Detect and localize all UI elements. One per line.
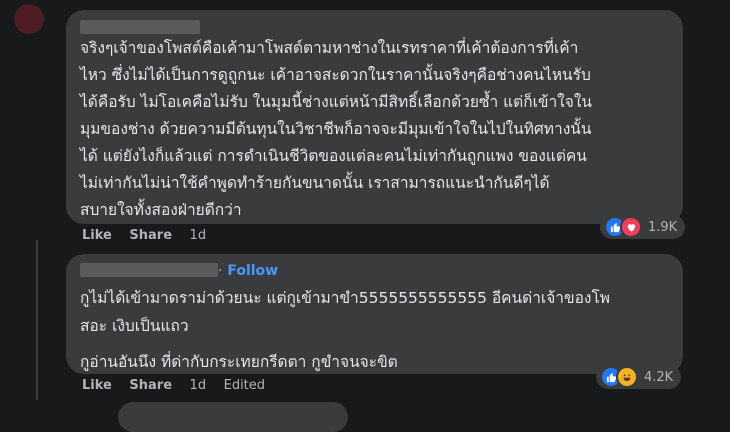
comment-line: มุมของช่าง ด้วยความมีต้นทุนในวิชาชีพก็อา… — [80, 120, 592, 138]
share-button[interactable]: Share — [129, 378, 172, 393]
comment-line: จริงๆเจ้าของโพสต์คือเค้ามาโพสต์ตามหาช่าง… — [80, 39, 579, 57]
comment-text: จริงๆเจ้าของโพสต์คือเค้ามาโพสต์ตามหาช่าง… — [80, 35, 680, 224]
follow-label: Follow — [227, 263, 279, 279]
like-button[interactable]: Like — [82, 228, 112, 243]
comment-bubble: · Follow กูไม่ได้เข้ามาดราม่าด้วยนะ แต่ก… — [66, 254, 683, 374]
comment-actions: Like Share 1d Edited — [82, 378, 278, 393]
haha-icon — [616, 366, 638, 388]
comment-text: กูไม่ได้เข้ามาดราม่าด้วยนะ แต่กูเข้ามาขำ… — [80, 284, 680, 376]
comment-actions: Like Share 1d — [82, 228, 219, 243]
comment-bubble: จริงๆเจ้าของโพสต์คือเค้ามาโพสต์ตามหาช่าง… — [66, 10, 683, 224]
comment-line: สบายใจทั้งสองฝ่ายดีกว่า — [80, 201, 242, 219]
comment-author-name[interactable] — [80, 20, 200, 34]
reaction-summary[interactable]: 4.2K — [596, 365, 682, 389]
comment-line: ได้คือรับ ไม่โอเคคือไม่รับ ในมุมนี้ช่างแ… — [80, 93, 592, 111]
follow-button[interactable]: · Follow — [218, 263, 278, 279]
love-icon — [620, 216, 642, 238]
commenter-avatar[interactable] — [14, 4, 44, 34]
reaction-summary[interactable]: 1.9K — [600, 215, 686, 239]
comment-timestamp[interactable]: 1d — [190, 228, 207, 243]
comment-line: กูอ่านอันนึง ที่ด่ากับกระเทยกรีดตา กูขำจ… — [80, 353, 398, 371]
comment-line: ได้ แต่ยังไงก็แล้วแต่ การดำเนินชีวิตของแ… — [80, 147, 587, 165]
comment-line: สอะ เงิบเป็นแถว — [80, 317, 189, 335]
edited-label: Edited — [223, 378, 266, 393]
share-button[interactable]: Share — [129, 228, 172, 243]
thread-line — [36, 240, 38, 400]
comment-line: ไหว ซึ่งไม่ได้เป็นการดูถูกนะ เค้าอาจสะดว… — [80, 66, 591, 84]
like-button[interactable]: Like — [82, 378, 112, 393]
comment-author-name[interactable] — [80, 263, 218, 277]
follow-separator: · — [218, 263, 223, 279]
next-comment-bubble — [118, 402, 348, 432]
comment-timestamp[interactable]: 1d — [190, 378, 207, 393]
comment-line: ไม่เท่ากันไม่น่าใช้คำพูดทำร้ายกันขนาดนั้… — [80, 174, 550, 192]
comment-line: กูไม่ได้เข้ามาดราม่าด้วยนะ แต่กูเข้ามาขำ… — [80, 289, 611, 307]
reaction-count: 1.9K — [648, 219, 678, 235]
reaction-count: 4.2K — [644, 369, 674, 385]
